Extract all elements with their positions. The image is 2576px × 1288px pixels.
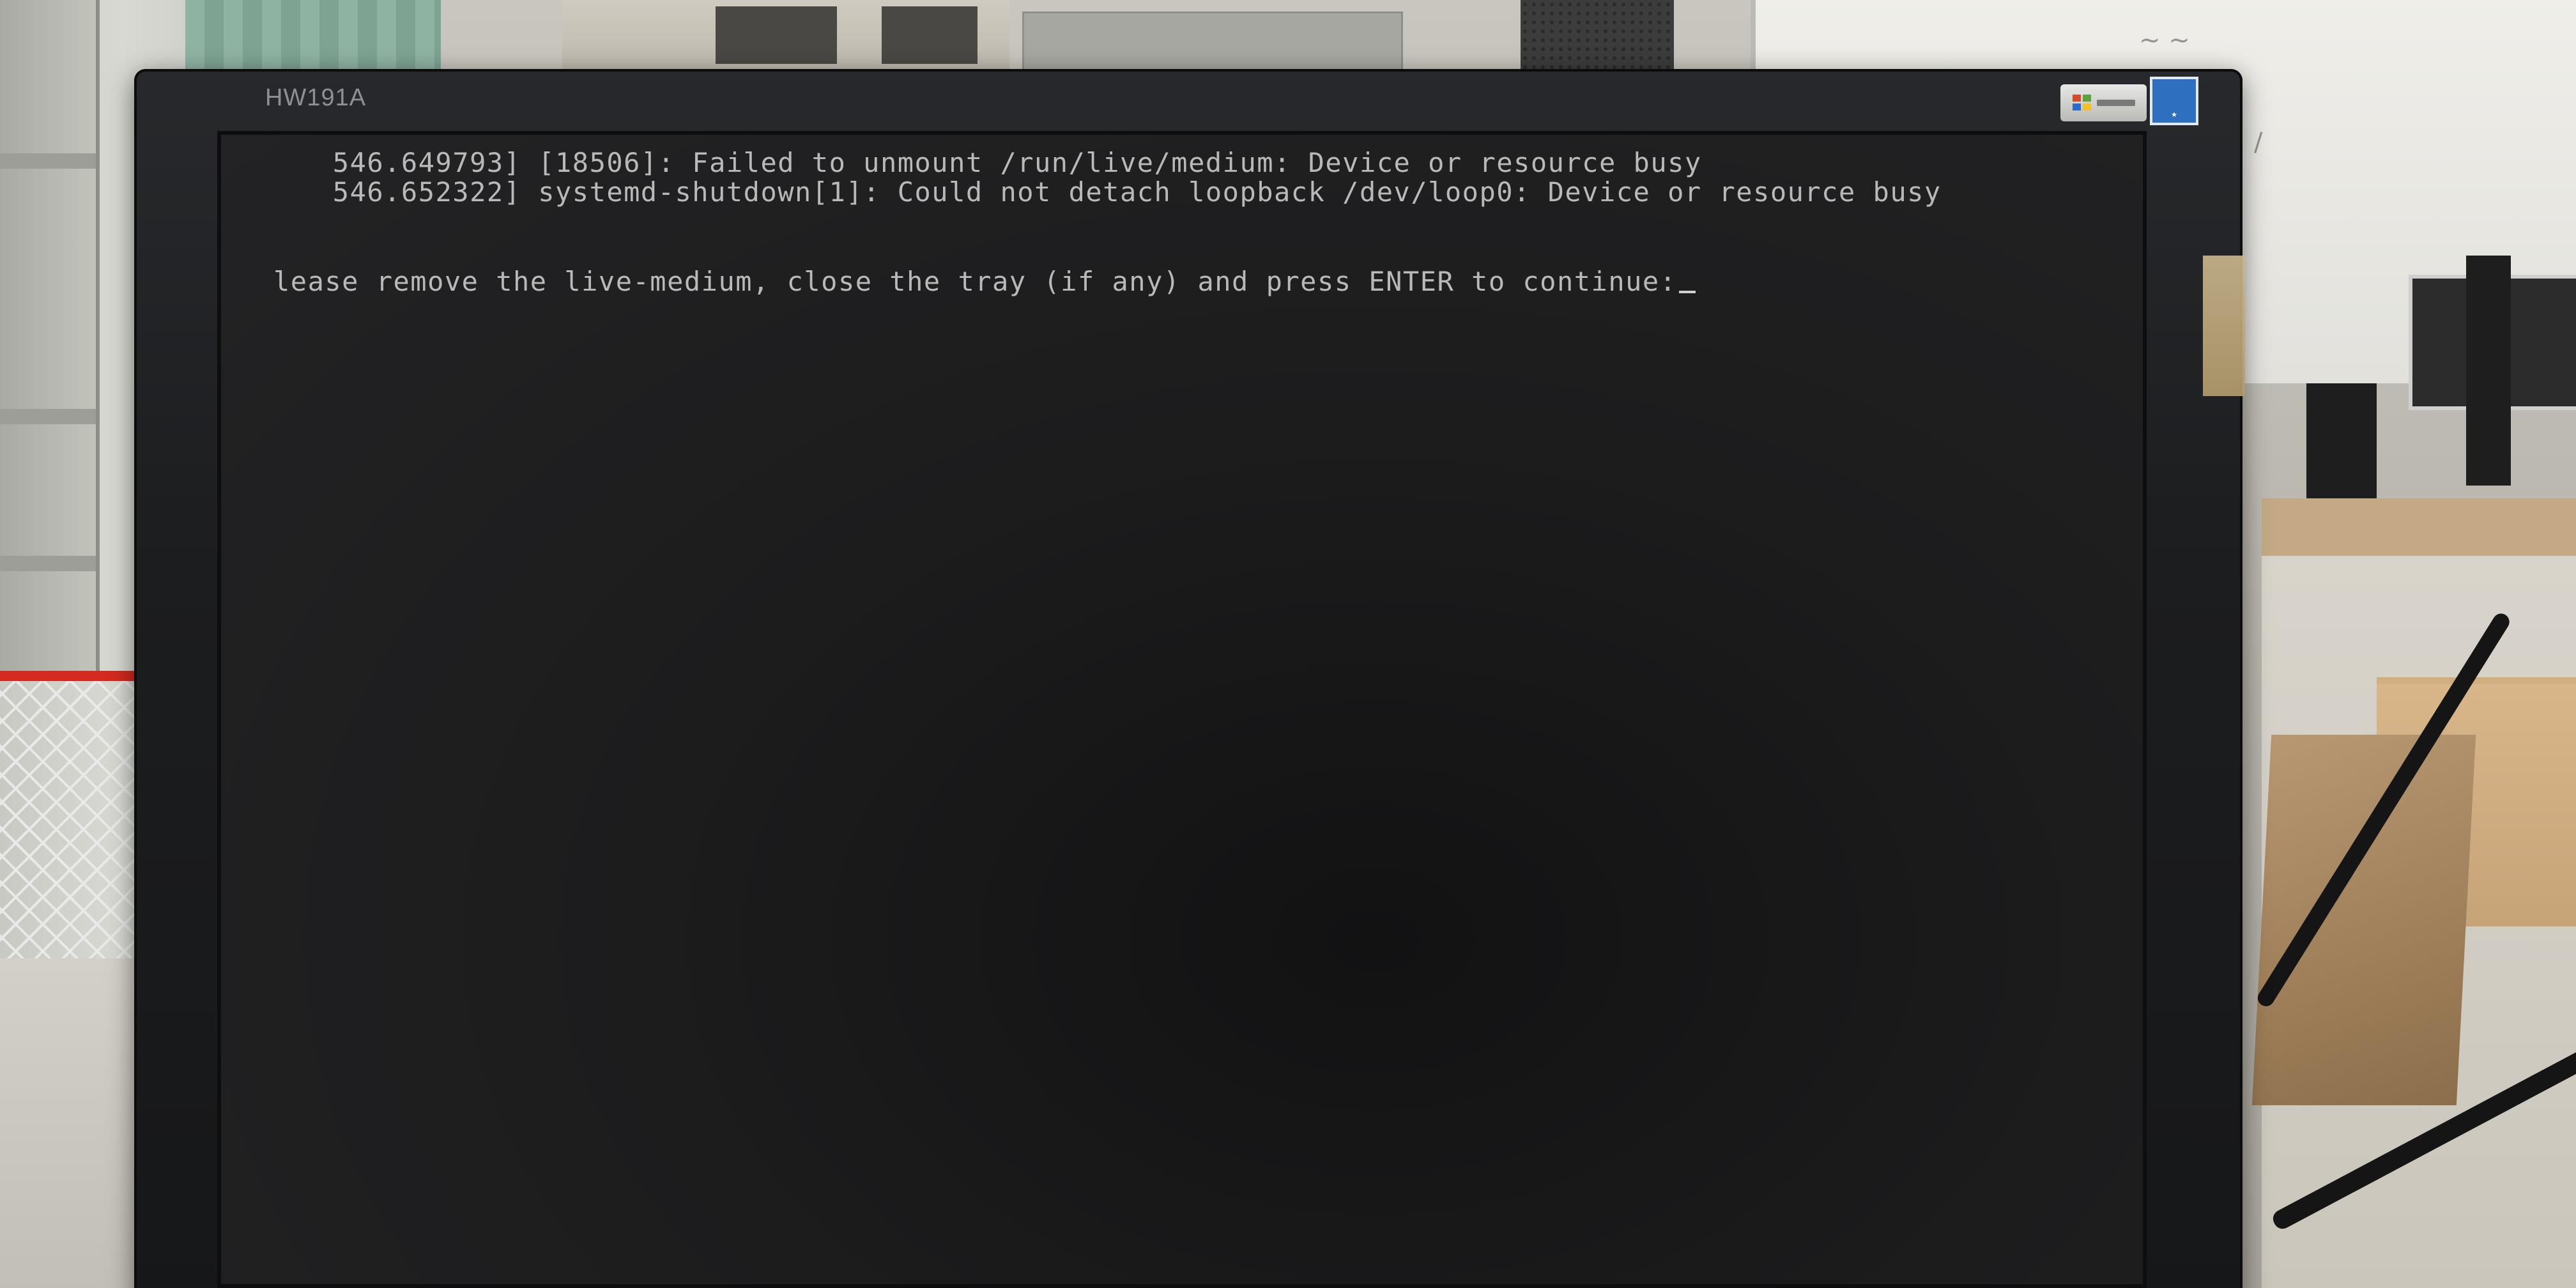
monitor-model-label: HW191A [265,84,367,111]
energy-star-icon: ★ [2150,77,2198,125]
red-wire-basket [0,671,150,971]
background-cabinet [562,0,1009,70]
right-desk-top [2262,498,2576,556]
photo-scene: ~ ~ / HW191A ★ 546.649793] [18506]: Fail… [0,0,2576,1288]
left-shelf [0,0,100,677]
cardboard-box [2251,735,2476,1105]
monitor-screen: 546.649793] [18506]: Failed to unmount /… [217,131,2147,1288]
text-cursor [1679,291,1696,293]
background-box [1022,12,1403,74]
console-line: 546.652322] systemd-shutdown[1]: Could n… [316,176,1942,208]
prompt-text: lease remove the live-medium, close the … [273,266,1677,297]
background-monitor [2466,256,2511,486]
background-monitor [2306,383,2377,498]
tape-strip [2203,256,2245,396]
windows-logo-icon [2060,84,2147,121]
background-speaker [1521,0,1674,70]
console-output: 546.649793] [18506]: Failed to unmount /… [273,135,1940,297]
curtain [185,0,441,70]
console-line: 546.649793] [18506]: Failed to unmount /… [316,147,1702,178]
console-prompt[interactable]: lease remove the live-medium, close the … [273,266,1696,297]
left-desk [0,958,141,1288]
